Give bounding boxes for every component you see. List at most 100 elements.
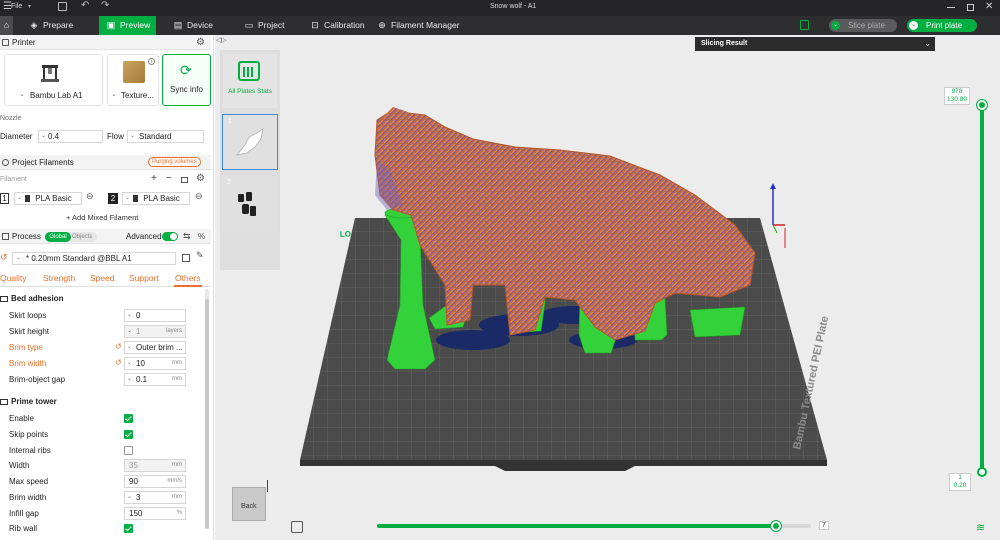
filament-edit-icon[interactable]	[181, 177, 188, 183]
filament-1-select[interactable]: ⌄ PLA Basic	[14, 192, 82, 205]
undo-icon[interactable]: ↶	[81, 0, 89, 11]
multi-device-icon[interactable]	[800, 20, 809, 30]
layers-icon[interactable]: ≋	[976, 521, 985, 534]
file-menu[interactable]: File	[11, 3, 22, 10]
adhesion-row-field[interactable]: ⌄ Outer brim ...	[124, 341, 186, 354]
objects-toggle[interactable]: Objects	[72, 232, 92, 242]
filament-2-remove-icon[interactable]: ⊖	[195, 191, 203, 202]
print-plate-button[interactable]: ⌄ Print plate	[907, 19, 977, 32]
filament-settings-gear-icon[interactable]: ⚙	[196, 173, 205, 184]
reset-value-icon[interactable]: ↺	[115, 342, 122, 351]
enable-checkbox[interactable]	[124, 414, 133, 423]
reset-value-icon[interactable]: ↺	[115, 358, 122, 367]
redo-icon[interactable]: ↷	[101, 0, 109, 11]
sync-info-button[interactable]: ⟳ Sync info	[162, 54, 211, 106]
preset-reset-icon[interactable]: ↺	[0, 252, 8, 263]
title-bar: ☰ File ▾ ↶ ↷ Snow wolf - A1 ✕	[0, 0, 1000, 16]
tab-calibration[interactable]: ⊡ Calibration	[303, 16, 373, 35]
process-scrollbar[interactable]	[205, 289, 209, 529]
width-value: 35	[129, 461, 138, 470]
compare-icon[interactable]: ⇆	[183, 229, 191, 244]
minimize-icon[interactable]	[947, 7, 955, 8]
filament-2-select[interactable]: ⌄ PLA Basic	[122, 192, 190, 205]
layer-slider-bottom-handle[interactable]	[977, 467, 987, 477]
stepper-icon[interactable]: ⌄	[127, 310, 132, 321]
add-mixed-filament-button[interactable]: + Add Mixed Filament	[66, 213, 138, 222]
prime-tower-title: Prime tower	[11, 397, 57, 406]
prime-brim-stepper-icon[interactable]: ⌄	[127, 492, 132, 503]
printer-section-header[interactable]: Printer ⚙	[0, 35, 211, 50]
filament-1-chevron-icon: ⌄	[17, 195, 23, 201]
adhesion-row-field[interactable]: ⌄ 1 layers	[124, 325, 186, 338]
printer-dropdown-icon: ⌄	[19, 91, 25, 98]
tab-device[interactable]: ▤ Device	[166, 16, 236, 35]
diameter-select[interactable]: ⌄ 0.4	[38, 130, 103, 143]
fit-view-icon[interactable]	[291, 521, 303, 533]
adhesion-row-label: Brim width	[9, 359, 47, 368]
layer-slider-top-handle[interactable]	[977, 100, 987, 110]
stepper-icon[interactable]: ⌄	[127, 342, 132, 353]
tab-others[interactable]: Others	[175, 273, 201, 283]
add-filament-icon[interactable]: +	[151, 173, 157, 184]
process-scrollbar-thumb[interactable]	[205, 299, 209, 529]
3d-viewport[interactable]: ◁▷ All Plates Stats 1 2 Slicing Result ⌄…	[215, 35, 1000, 540]
move-slider-handle[interactable]	[771, 521, 782, 531]
printer-settings-gear-icon[interactable]: ⚙	[196, 35, 205, 50]
process-section-header[interactable]: Process Global Objects Advanced ⇆ %	[0, 229, 211, 244]
tab-strength[interactable]: Strength	[43, 273, 75, 283]
remove-filament-icon[interactable]: −	[166, 173, 172, 184]
process-scope-toggle[interactable]: Global Objects	[45, 232, 97, 242]
restore-icon[interactable]	[967, 4, 974, 11]
adhesion-row-field[interactable]: ⌄ 10 mm	[124, 357, 186, 370]
flow-select[interactable]: ⌄ Standard	[127, 130, 204, 143]
tab-speed[interactable]: Speed	[90, 273, 115, 283]
infill-gap-value: 150	[129, 509, 143, 518]
process-preset-select[interactable]: ⌄ * 0.20mm Standard @BBL A1	[12, 252, 176, 265]
tab-prepare[interactable]: ◈ Prepare	[22, 16, 98, 35]
device-icon: ▤	[173, 20, 183, 30]
percent-icon[interactable]: %	[198, 229, 205, 244]
infill-gap-field[interactable]: 150%	[124, 507, 186, 520]
max-speed-field[interactable]: 90 mm/s	[124, 475, 186, 488]
advanced-switch[interactable]	[162, 232, 178, 241]
width-unit: mm	[172, 462, 182, 468]
rib-wall-label: Rib wall	[9, 524, 38, 533]
skip-points-checkbox[interactable]	[124, 430, 133, 439]
width-field[interactable]: 35 mm	[124, 459, 186, 472]
filaments-section-header[interactable]: Project Filaments Purging volumes	[0, 155, 211, 170]
save-preset-icon[interactable]	[182, 254, 190, 262]
global-toggle[interactable]: Global	[45, 232, 71, 242]
move-slider[interactable]	[377, 521, 811, 531]
internal-ribs-checkbox[interactable]	[124, 446, 133, 455]
filament-1-remove-icon[interactable]: ⊖	[86, 191, 94, 202]
home-button[interactable]: ⌂	[0, 16, 13, 35]
view-cube[interactable]: Back	[232, 487, 266, 521]
purging-volumes-button[interactable]: Purging volumes	[148, 157, 201, 167]
plate-card[interactable]: i ⌄ Texture...	[107, 54, 159, 106]
stepper-icon[interactable]: ⌄	[127, 358, 132, 369]
save-icon[interactable]	[58, 2, 67, 11]
adhesion-row-field[interactable]: ⌄ 0.1 mm	[124, 373, 186, 386]
printer-card[interactable]: ⌄ Bambu Lab A1	[4, 54, 103, 106]
filament-section-icon	[2, 159, 9, 166]
adhesion-row-field[interactable]: ⌄ 0	[124, 309, 186, 322]
adhesion-row-unit: layers	[165, 328, 182, 334]
tab-preview-label: Preview	[120, 20, 151, 30]
stepper-icon[interactable]: ⌄	[127, 374, 132, 385]
rib-wall-checkbox[interactable]	[124, 524, 133, 533]
edit-preset-icon[interactable]: ✎	[196, 250, 204, 261]
prime-brim-width-field[interactable]: ⌄ 3 mm	[124, 491, 186, 504]
tab-support[interactable]: Support	[129, 273, 159, 283]
settings-panel: Printer ⚙ ⌄ Bambu Lab A1 i ⌄ Texture... …	[0, 35, 214, 540]
tab-filament-manager[interactable]: ⊕ Filament Manager	[370, 16, 470, 35]
tab-preview[interactable]: ▣ Preview	[99, 16, 156, 35]
slice-plate-button[interactable]: ⌄ Slice plate	[829, 19, 897, 32]
tab-quality[interactable]: Quality	[0, 273, 26, 283]
layer-slider[interactable]	[977, 90, 987, 490]
filament-2-chevron-icon: ⌄	[125, 195, 131, 201]
stepper-icon[interactable]: ⌄	[127, 326, 132, 337]
plate-info-icon[interactable]: i	[148, 58, 155, 65]
process-icon	[2, 233, 9, 240]
close-icon[interactable]: ✕	[985, 1, 993, 12]
tab-project[interactable]: ▭ Project	[237, 16, 302, 35]
